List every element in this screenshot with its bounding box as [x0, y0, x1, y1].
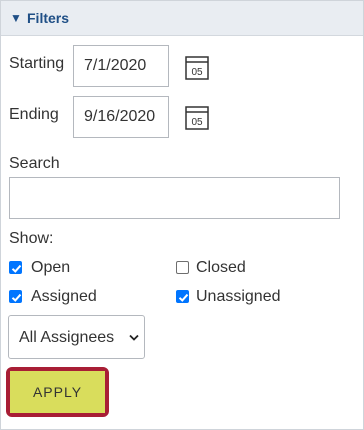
- starting-calendar-icon[interactable]: 05: [185, 56, 209, 80]
- assigned-label[interactable]: Assigned: [31, 287, 97, 307]
- ending-calendar-day: 05: [191, 117, 203, 128]
- starting-label: Starting: [9, 55, 65, 72]
- apply-button[interactable]: APPLY: [10, 371, 105, 413]
- ending-label: Ending: [9, 106, 59, 123]
- show-label: Show:: [9, 230, 54, 247]
- chevron-down-icon: [129, 334, 139, 341]
- collapse-arrow-icon[interactable]: ▼: [10, 10, 22, 26]
- starting-calendar-day: 05: [191, 67, 203, 78]
- closed-checkbox[interactable]: [176, 261, 189, 274]
- unassigned-label[interactable]: Unassigned: [196, 287, 281, 307]
- assignee-select[interactable]: All Assignees: [8, 315, 145, 359]
- assigned-checkbox[interactable]: [9, 290, 22, 303]
- ending-date-input[interactable]: [73, 96, 169, 138]
- search-input[interactable]: [9, 177, 340, 219]
- ending-calendar-icon[interactable]: 05: [185, 106, 209, 130]
- unassigned-checkbox[interactable]: [176, 290, 189, 303]
- filters-title[interactable]: Filters: [27, 10, 69, 26]
- starting-date-input[interactable]: [73, 45, 169, 87]
- open-checkbox[interactable]: [9, 261, 22, 274]
- apply-label: APPLY: [32, 384, 83, 400]
- closed-label[interactable]: Closed: [196, 258, 246, 278]
- filters-header[interactable]: ▼ Filters: [1, 1, 363, 36]
- assignee-select-value: All Assignees: [19, 329, 115, 346]
- search-label: Search: [9, 155, 60, 172]
- open-label[interactable]: Open: [31, 258, 70, 278]
